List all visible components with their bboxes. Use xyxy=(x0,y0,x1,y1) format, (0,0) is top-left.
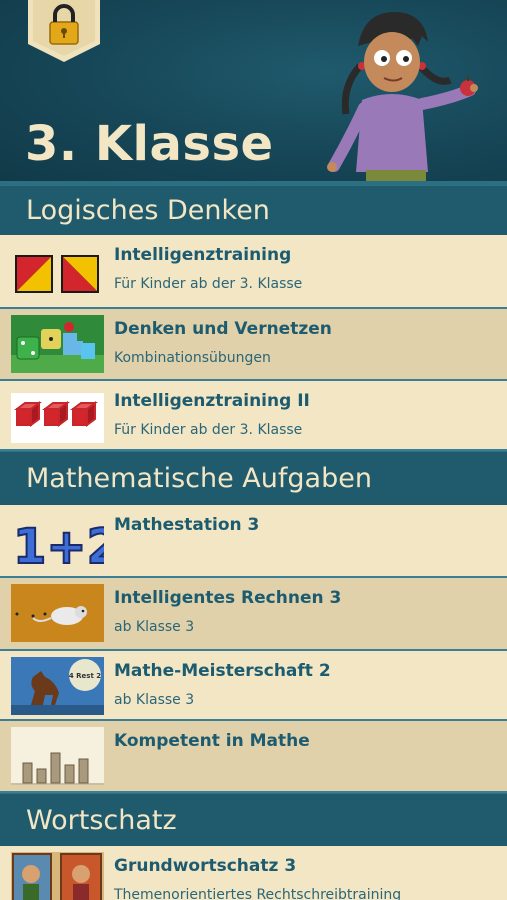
item-title: Intelligenztraining xyxy=(114,245,292,265)
item-subtitle: Für Kinder ab der 3. Klasse xyxy=(114,422,303,438)
section-header-wortschatz: Wortschatz xyxy=(0,793,507,846)
section-header-mathematische-aufgaben: Mathematische Aufgaben xyxy=(0,451,507,505)
shop-characters-icon xyxy=(11,852,104,900)
one-plus-two-icon: 1+2 xyxy=(12,518,104,569)
girl-mascot-illustration xyxy=(327,12,478,181)
page-title: 3. Klasse xyxy=(25,116,274,172)
list-item-intelligenztraining-ii[interactable]: Intelligenztraining II Für Kinder ab der… xyxy=(0,381,507,451)
section-header-logisches-denken: Logisches Denken xyxy=(0,185,507,235)
header: 3. Klasse xyxy=(0,0,507,181)
item-subtitle: ab Klasse 3 xyxy=(114,619,195,635)
wolf-moon-icon: 4 Rest 2 xyxy=(11,657,104,715)
list-item-mathestation-3[interactable]: 1+2 Mathestation 3 xyxy=(0,505,507,578)
list-item-intelligentes-rechnen-3[interactable]: Intelligentes Rechnen 3 ab Klasse 3 xyxy=(0,578,507,651)
red-cubes-icon xyxy=(11,393,104,443)
item-title: Kompetent in Mathe xyxy=(114,731,310,751)
item-subtitle: Für Kinder ab der 3. Klasse xyxy=(114,276,303,292)
item-title: Grundwortschatz 3 xyxy=(114,856,297,876)
red-yellow-tiles-icon xyxy=(15,255,99,293)
list-item-grundwortschatz-3[interactable]: Grundwortschatz 3 Themenorientiertes Rec… xyxy=(0,846,507,900)
item-title: Denken und Vernetzen xyxy=(114,319,332,339)
lock-icon[interactable] xyxy=(28,0,100,62)
bar-stacks-icon xyxy=(11,727,104,785)
item-title: Intelligenztraining II xyxy=(114,391,310,411)
list-item-denken-und-vernetzen[interactable]: Denken und Vernetzen Kombinationsübungen xyxy=(0,309,507,381)
item-subtitle: Kombinationsübungen xyxy=(114,350,271,366)
svg-text:1+2: 1+2 xyxy=(13,519,104,569)
item-title: Mathestation 3 xyxy=(114,515,260,535)
list-item-kompetent-in-mathe[interactable]: Kompetent in Mathe xyxy=(0,721,507,793)
item-title: Mathe-Meisterschaft 2 xyxy=(114,661,331,681)
dice-puzzle-icon xyxy=(11,315,104,373)
mouse-icon xyxy=(11,584,104,642)
item-subtitle: Themenorientiertes Rechtschreibtraining xyxy=(114,887,402,900)
item-title: Intelligentes Rechnen 3 xyxy=(114,588,342,608)
list-item-intelligenztraining[interactable]: Intelligenztraining Für Kinder ab der 3.… xyxy=(0,235,507,309)
svg-text:4 Rest 2: 4 Rest 2 xyxy=(69,672,101,680)
item-subtitle: ab Klasse 3 xyxy=(114,692,195,708)
list-item-mathe-meisterschaft-2[interactable]: 4 Rest 2 Mathe-Meisterschaft 2 ab Klasse… xyxy=(0,651,507,721)
